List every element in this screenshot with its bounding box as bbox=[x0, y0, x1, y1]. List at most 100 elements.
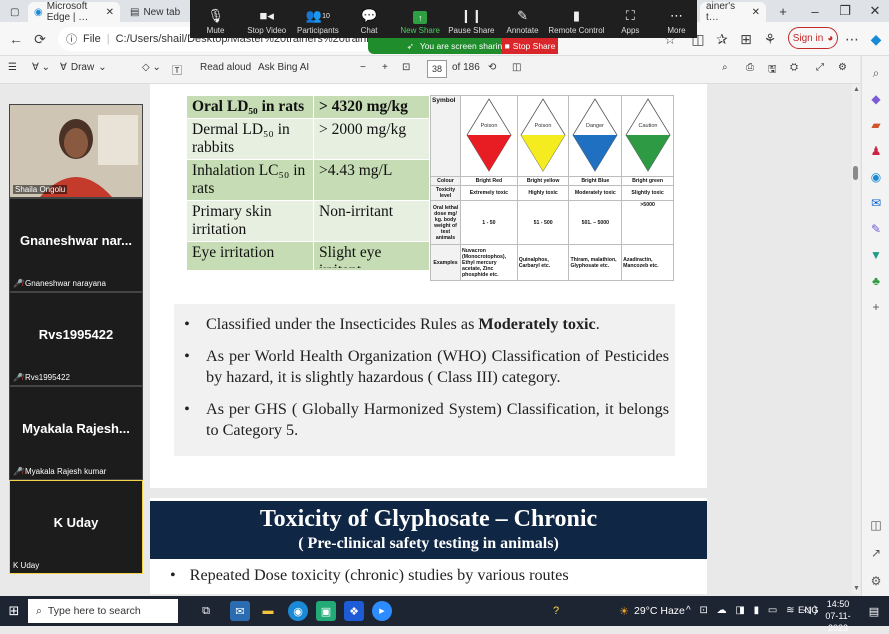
clock[interactable]: 14:50 07-11-2023 bbox=[818, 598, 858, 634]
back-icon[interactable]: ← bbox=[6, 29, 26, 49]
pdf-settings-icon[interactable]: ⚙ bbox=[838, 62, 847, 73]
text-icon[interactable]: 🅃 bbox=[172, 62, 182, 77]
file-explorer-icon[interactable]: ▬ bbox=[258, 601, 278, 621]
games-icon[interactable]: ♟ bbox=[867, 142, 885, 160]
store-icon[interactable]: ▣ bbox=[316, 601, 336, 621]
signin-button[interactable]: Sign in ◕ bbox=[788, 27, 838, 49]
refresh-icon[interactable]: ⟳ bbox=[30, 29, 50, 49]
more-menu-icon[interactable]: ⋯ bbox=[842, 29, 862, 49]
collections-icon[interactable]: ⊞ bbox=[736, 29, 756, 49]
tag-icon[interactable]: ◆ bbox=[867, 90, 885, 108]
rotate-icon[interactable]: ⟲ bbox=[488, 62, 496, 73]
taskbar-search-input[interactable]: ⌕ Type here to search bbox=[28, 599, 178, 623]
settings-icon[interactable]: ⚙ bbox=[867, 572, 885, 590]
scroll-up-icon[interactable]: ▲ bbox=[853, 86, 860, 93]
read-aloud-button[interactable]: Read aloud bbox=[200, 62, 251, 73]
minimize-icon[interactable]: – bbox=[800, 0, 830, 22]
participants-panel: Shaila Ongolu Gnaneshwar nar... 🎤̸ Gnanes… bbox=[9, 104, 143, 576]
mute-button[interactable]: 🎙 Mute bbox=[190, 0, 241, 38]
language-indicator[interactable]: ENG bbox=[798, 605, 819, 616]
chat-button[interactable]: 💬 Chat bbox=[343, 0, 394, 38]
search-icon[interactable]: ⌕ bbox=[722, 62, 728, 73]
add-icon[interactable]: + bbox=[867, 298, 885, 316]
drop-icon[interactable]: ▼ bbox=[867, 246, 885, 264]
dropbox-icon[interactable]: ❖ bbox=[344, 601, 364, 621]
restore-icon[interactable]: ❐ bbox=[830, 0, 860, 22]
participant-tile[interactable]: Myakala Rajesh... 🎤̸ Myakala Rajesh kumar bbox=[9, 386, 143, 480]
apps-icon: ⛶ bbox=[625, 8, 635, 23]
notifications-icon[interactable]: ▤ bbox=[864, 601, 884, 621]
draw-icon: ∀ bbox=[60, 62, 67, 73]
table-row: Oral LD₅₀ in rats > 4320 mg/kg bbox=[186, 95, 430, 119]
caution-green-symbol-icon: Caution bbox=[625, 98, 671, 172]
zoom-in-icon[interactable]: + bbox=[382, 62, 388, 73]
list-item: • Classified under the Insecticides Rules… bbox=[184, 315, 600, 333]
apps-button[interactable]: ⛶ Apps bbox=[605, 0, 656, 38]
fit-page-icon[interactable]: ⊡ bbox=[402, 62, 410, 73]
page-view-icon[interactable]: ◫ bbox=[512, 62, 521, 73]
tab-trainers[interactable]: ainer's t… ✕ bbox=[700, 1, 766, 23]
annotate-button[interactable]: ✎ Annotate bbox=[497, 0, 548, 38]
save-icon[interactable]: 🖫 bbox=[768, 62, 777, 79]
tree-icon[interactable]: ♣ bbox=[867, 272, 885, 290]
erase-icon[interactable]: ◇ ⌄ bbox=[142, 62, 161, 73]
close-window-icon[interactable]: ✕ bbox=[860, 0, 889, 22]
tab-edge[interactable]: ◉ Microsoft Edge | … ✕ bbox=[28, 1, 120, 23]
svg-text:Poison: Poison bbox=[480, 123, 497, 129]
slide-page: Toxicity of Glyphosate – Chronic ( Pre-c… bbox=[150, 498, 707, 594]
page-number-input[interactable]: 38 bbox=[427, 60, 447, 78]
remote-control-button[interactable]: ▮ Remote Control bbox=[548, 0, 605, 38]
table-row: Inhalation LC₅₀ in rats >4.43 mg/L bbox=[186, 159, 430, 201]
pdf-toolbar: ☰ ∀ ⌄ ∀ Draw ⌄ ◇ ⌄ 🅃 Read aloud Ask Bing A… bbox=[0, 56, 860, 84]
participant-video-tile[interactable]: Shaila Ongolu bbox=[9, 104, 143, 198]
ask-bing-button[interactable]: Ask Bing AI bbox=[258, 62, 309, 73]
favorites-bar-icon[interactable]: ✰ bbox=[712, 29, 732, 49]
fullscreen-icon[interactable]: ⤢ bbox=[816, 62, 824, 73]
outlook-icon[interactable]: ✉ bbox=[867, 194, 885, 212]
slide-page: Oral LD₅₀ in rats > 4320 mg/kg Dermal LD₅… bbox=[174, 84, 675, 456]
tab-new[interactable]: ▤ New tab bbox=[124, 2, 190, 22]
scrollbar-thumb[interactable] bbox=[853, 166, 858, 180]
save-as-icon[interactable]: ⛭ bbox=[790, 62, 798, 73]
svg-text:Danger: Danger bbox=[586, 123, 604, 129]
designer-icon[interactable]: ✎ bbox=[867, 220, 885, 238]
participants-button[interactable]: 👥 10 Participants bbox=[292, 0, 343, 38]
task-view-icon[interactable]: ⧉ bbox=[196, 601, 216, 621]
highlight-icon[interactable]: ∀ ⌄ bbox=[32, 62, 50, 73]
new-tab-page-icon: ▤ bbox=[130, 6, 140, 18]
zoom-app-icon[interactable]: ▶ bbox=[372, 601, 392, 621]
print-icon[interactable]: ⎙ bbox=[746, 62, 754, 73]
stop-video-button[interactable]: ■◂ Stop Video bbox=[241, 0, 292, 38]
more-button[interactable]: ⋯ More bbox=[656, 0, 697, 38]
pause-share-button[interactable]: ❙❙ Pause Share bbox=[446, 0, 497, 38]
new-share-button[interactable]: ↑ New Share bbox=[395, 0, 446, 38]
list-item: • As per World Health Organization (WHO) … bbox=[184, 347, 669, 386]
tab-actions-icon[interactable]: ▢ bbox=[4, 2, 25, 22]
sidebar-panel-icon[interactable]: ◫ bbox=[867, 516, 885, 534]
copilot-icon[interactable]: ◆ bbox=[866, 29, 886, 49]
participant-tile[interactable]: Gnaneshwar nar... 🎤̸ Gnaneshwar narayana bbox=[9, 198, 143, 292]
close-tab-icon[interactable]: ✕ bbox=[752, 7, 760, 18]
table-row: Symbol Poison Poison Danger Caution bbox=[430, 95, 674, 177]
draw-button[interactable]: ∀ Draw ⌄ bbox=[60, 62, 107, 73]
edge-taskbar-icon[interactable]: ◉ bbox=[288, 601, 308, 621]
briefcase-icon[interactable]: ▰ bbox=[867, 116, 885, 134]
chat-icon: 💬 bbox=[360, 8, 378, 23]
office-icon[interactable]: ◉ bbox=[867, 168, 885, 186]
zoom-out-icon[interactable]: − bbox=[360, 62, 366, 73]
extension-icon[interactable]: ⚘ bbox=[760, 29, 780, 49]
scroll-down-icon[interactable]: ▼ bbox=[853, 585, 860, 592]
search-icon[interactable]: ⌕ bbox=[867, 64, 885, 82]
avatar-icon: ◕ bbox=[827, 32, 834, 44]
stop-share-button[interactable]: ■ Stop Share bbox=[502, 38, 558, 54]
close-tab-icon[interactable]: ✕ bbox=[106, 7, 114, 18]
participant-tile[interactable]: Rvs1995422 🎤̸ Rvs1995422 bbox=[9, 292, 143, 386]
new-tab-icon[interactable]: + bbox=[768, 0, 798, 22]
participant-tile-active[interactable]: K Uday K Uday bbox=[9, 480, 143, 574]
mail-icon[interactable]: ✉ bbox=[230, 601, 250, 621]
document-scrollbar[interactable]: ▲ ▼ bbox=[852, 84, 860, 594]
windows-start-icon[interactable]: ⊞ bbox=[4, 601, 24, 621]
chrome-help-icon[interactable]: ? bbox=[546, 601, 566, 621]
external-link-icon[interactable]: ↗ bbox=[867, 544, 885, 562]
contents-icon[interactable]: ☰ bbox=[8, 62, 17, 73]
